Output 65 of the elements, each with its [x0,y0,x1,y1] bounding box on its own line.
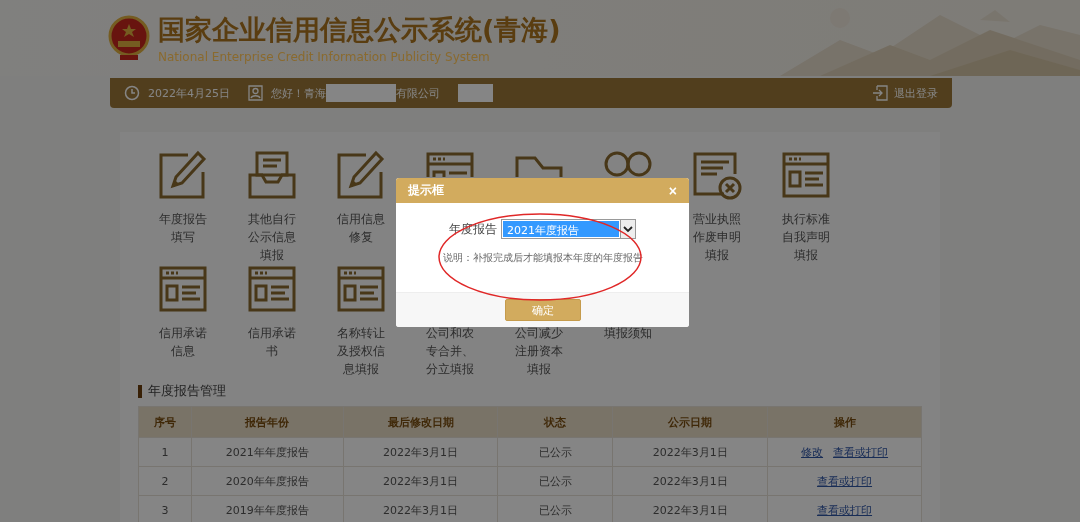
date-text: 2022年4月25日 [148,85,230,101]
edit-icon [335,150,386,200]
emblem-icon [108,15,150,61]
circles-icon [602,150,653,177]
confirm-button[interactable]: 确定 [504,299,581,321]
action-link[interactable]: 查看或打印 [817,503,873,517]
site-title: 国家企业信用信息公示系统(青海) [158,13,561,47]
cancel-document-icon [691,150,742,200]
service-link[interactable]: 填报须知 [603,324,652,342]
window-icon [335,264,386,314]
action-link[interactable]: 修改 [801,445,824,459]
edit-icon [157,150,208,200]
column-header: 报告年份 [191,406,344,438]
redaction-block [326,84,396,102]
dialog-title: 提示框 [408,182,444,199]
table-cell: 2022年3月1日 [343,437,498,467]
table-cell: 2022年3月1日 [612,495,768,522]
service-link[interactable]: 信用承诺 书 [247,324,296,360]
service-link[interactable]: 名称转让 及授权信 息填报 [336,324,385,378]
service-link[interactable]: 年度报告 填写 [158,210,207,246]
inbox-icon [246,150,297,200]
table-cell: 2022年3月1日 [612,437,768,467]
column-header: 状态 [498,406,613,438]
window-icon [157,264,208,314]
table-cell: 2021年年度报告 [191,437,344,467]
action-link[interactable]: 查看或打印 [817,474,873,488]
site-subtitle: National Enterprise Credit Information Publicity System [158,50,491,64]
table-cell: 2020年年度报告 [191,466,344,496]
service-link[interactable]: 信用承诺 信息 [158,324,207,360]
service-link[interactable]: 公司减少 注册资本 填报 [514,324,563,378]
action-link[interactable]: 查看或打印 [833,445,889,459]
window-icon [780,150,831,200]
service-link[interactable]: 执行标准 自我声明 填报 [781,210,830,264]
year-select[interactable]: 2021年度报告 [501,219,636,239]
column-header: 操作 [767,406,922,438]
table-cell: 1 [138,437,192,467]
clock-icon [124,85,140,101]
table-cell: 2022年3月1日 [343,466,498,496]
table-cell: 3 [138,495,192,522]
close-button[interactable]: × [668,182,677,199]
section-marker [138,384,142,398]
service-link[interactable]: 营业执照 作废申明 填报 [692,210,741,264]
service-link[interactable]: 信用信息 修复 [336,210,385,246]
greeting-text: 您好！青海 [271,85,326,101]
window-icon [246,264,297,314]
service-link[interactable]: 公司和农 专合并、 分立填报 [425,324,474,378]
column-header: 最后修改日期 [343,406,498,438]
chevron-icon [623,225,633,233]
table-cell: 2 [138,466,192,496]
redaction-block [458,84,493,102]
logout-link[interactable]: 退出登录 [872,85,938,101]
table-cell: 已公示 [498,437,613,467]
table-cell: 2022年3月1日 [343,495,498,522]
user-icon [248,85,263,101]
company-suffix: 有限公司 [396,85,440,101]
logout-icon [872,85,888,101]
table-cell: 2019年年度报告 [191,495,344,522]
table-cell: 已公示 [498,466,613,496]
table-cell: 已公示 [498,495,613,522]
column-header: 序号 [138,406,192,438]
section-title: 年度报告管理 [148,382,226,400]
service-link[interactable]: 其他自行 公示信息 填报 [247,210,296,264]
window-icon [424,150,475,177]
column-header: 公示日期 [612,406,768,438]
table-cell: 2022年3月1日 [612,466,768,496]
